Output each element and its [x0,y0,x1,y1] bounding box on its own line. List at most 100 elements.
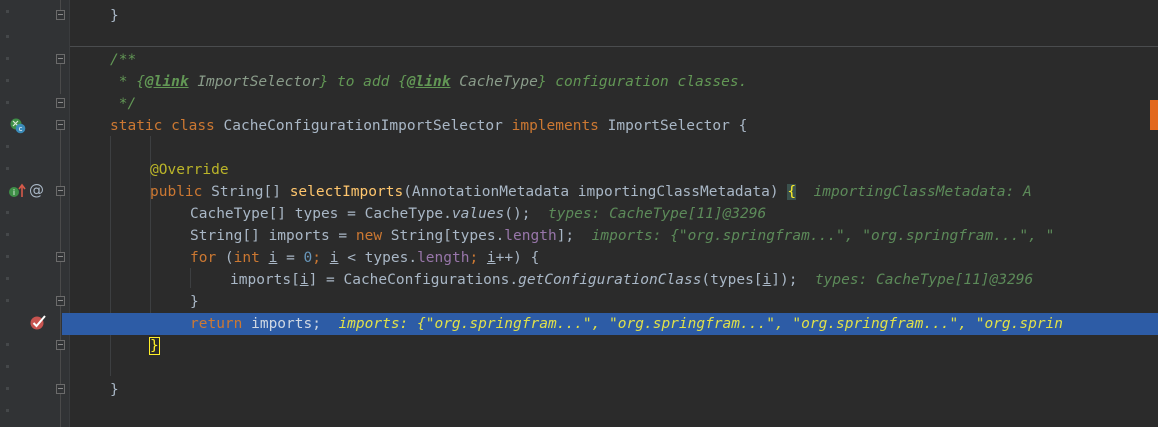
method-params: (AnnotationMetadata importingClassMetada… [403,184,779,200]
gutter-dot [6,10,9,13]
keyword: new [355,228,383,244]
code-line[interactable]: CacheType[] types = CacheType.values(); … [190,203,766,225]
method-name[interactable]: selectImports [290,184,404,200]
fold-end-marker[interactable] [56,384,65,394]
doc-link-ref[interactable]: CacheType [459,74,538,90]
annotation-text: @Override [150,162,229,178]
keyword: implements [511,118,599,134]
code-text: CacheType[] types = CacheType. [190,206,452,222]
static-call[interactable]: values [452,206,504,222]
class-declaration[interactable]: static class CacheConfigurationImportSel… [110,115,747,137]
field-name: length [417,250,470,266]
indent-guide [190,268,191,288]
fold-line [60,0,61,10]
svg-text:c: c [19,125,23,133]
override-up-arrow-icon[interactable]: i [8,183,28,200]
brace: } [190,294,199,310]
code-text: ]; [556,228,575,244]
fold-start-marker[interactable] [56,54,65,64]
gutter-dot [6,167,9,170]
code-editor[interactable]: c i @ } /** * {@link ImportSelector} to … [0,0,1158,427]
brace: } [110,8,119,24]
annotation-at-icon[interactable]: @ [29,181,47,199]
scroll-marker[interactable] [1150,100,1158,130]
method-separator [70,46,1158,47]
code-text: imports; [242,316,321,332]
keyword: static [110,118,163,134]
breakpoint-check-icon[interactable] [28,313,48,331]
keyword: return [190,316,243,332]
javadoc-line[interactable]: * {@link ImportSelector} to add {@link C… [110,71,748,93]
code-text: String[types. [382,228,505,244]
code-text: (types[ [701,272,763,288]
fold-start-marker[interactable] [56,252,65,262]
doc-link-tag[interactable]: @link [145,74,189,90]
code-text: imports[ [230,272,300,288]
keyword: class [171,118,215,134]
fold-end-marker[interactable] [56,340,65,350]
code-line[interactable]: } [110,5,119,27]
fold-start-marker[interactable] [56,186,65,196]
code-line[interactable]: } [190,291,199,313]
code-text: < types. [338,250,418,266]
loop-variable: i [762,272,772,288]
brace: { [738,118,748,134]
loop-variable: i [299,272,309,288]
fold-start-marker[interactable] [56,120,65,130]
code-text: ] = CacheConfigurations. [308,272,519,288]
fold-end-marker[interactable] [56,296,65,306]
gutter-dot [6,343,9,346]
fold-end-marker[interactable] [56,98,65,108]
class-close-line[interactable]: } [110,379,119,401]
method-declaration[interactable]: public String[] selectImports(Annotation… [150,181,1032,203]
gutter-separator [69,0,70,427]
doc-text: */ [110,96,137,112]
code-text: ; [469,250,487,266]
gutter-dot [6,57,9,60]
for-loop-line[interactable]: for (int i = 0; i < types.length; i++) { [190,247,539,269]
debug-inline-value: importingClassMetadata: A [813,184,1032,200]
doc-link-tag[interactable]: @link [407,74,451,90]
class-name[interactable]: CacheConfigurationImportSelector [224,118,503,134]
javadoc-open[interactable]: /** [110,49,136,71]
number: 0 [303,250,313,266]
gutter-dot [6,101,9,104]
debug-inline-value: imports: {"org.springfram...", "org.spri… [591,228,1055,244]
interface-name[interactable]: ImportSelector [608,118,730,134]
doc-link-ref[interactable]: ImportSelector [197,74,319,90]
gutter-dot [6,211,9,214]
loop-variable: i [486,250,496,266]
code-line[interactable]: String[] imports = new String[types.leng… [190,225,1054,247]
svg-text:i: i [13,188,15,197]
indent-guide [110,136,111,376]
doc-text: } to add { [319,74,407,90]
gutter-dot [6,387,9,390]
override-annotation[interactable]: @Override [150,159,229,181]
gutter-dot [6,299,9,302]
static-call[interactable]: getConfigurationClass [518,272,701,288]
code-text: (); [504,206,531,222]
doc-text: * { [110,74,145,90]
gutter-dot [6,255,9,258]
gutter-dot [6,409,9,412]
code-text: = [277,250,304,266]
doc-text: } configuration classes. [537,74,748,90]
javadoc-close[interactable]: */ [110,93,136,115]
method-close-line[interactable]: } [149,335,160,357]
fold-line [60,394,61,427]
class-c-icon[interactable]: c [9,117,26,134]
return-type: String[] [211,184,281,200]
matched-brace: { [787,184,797,200]
debug-inline-value: imports: {"org.springfram...", "org.spri… [338,316,1064,332]
keyword: public [150,184,203,200]
gutter-dot [6,365,9,368]
code-text: String[] imports = [190,228,356,244]
gutter-dot [6,79,9,82]
gutter-dot [6,233,9,236]
gutter-dot [6,35,9,38]
field-name: length [504,228,557,244]
return-line[interactable]: return imports; imports: {"org.springfra… [190,313,1063,335]
code-line[interactable]: imports[i] = CacheConfigurations.getConf… [230,269,1033,291]
fold-end-marker[interactable] [56,10,65,20]
